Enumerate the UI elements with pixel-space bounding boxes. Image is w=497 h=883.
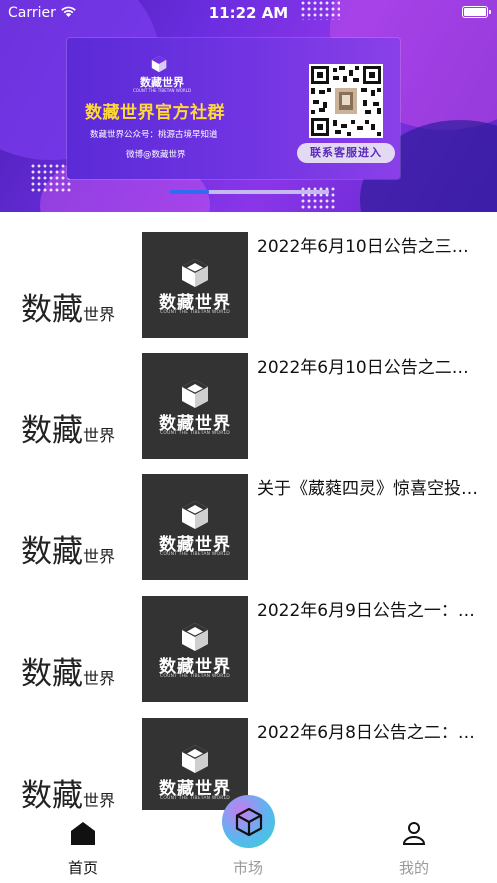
list-item[interactable]: 数藏世界 数藏世界 COUNT THE TIBETAN WORLD 2022年6… xyxy=(0,212,497,338)
banner-page-indicator-active xyxy=(169,190,209,194)
user-icon xyxy=(402,822,426,845)
banner-page-indicator xyxy=(169,190,329,194)
article-title[interactable]: 2022年6月10日公告之二：关于平台规则调整 xyxy=(257,353,485,378)
brand-logo-icon xyxy=(182,501,208,529)
home-icon xyxy=(71,822,95,845)
tab-mine-label: 我的 xyxy=(398,859,429,877)
thumbnail-subtitle: COUNT THE TIBETAN WORLD xyxy=(160,431,230,436)
brand-watermark: 数藏世界 xyxy=(21,534,116,570)
banner-weibo-text: 微博@数藏世界 xyxy=(126,150,186,160)
tab-home-label: 首页 xyxy=(67,859,98,877)
list-item[interactable]: 数藏世界 数藏世界 COUNT THE TIBETAN WORLD 2022年6… xyxy=(0,576,497,702)
brand-logo-icon xyxy=(182,259,208,287)
article-thumbnail[interactable]: 数藏世界 COUNT THE TIBETAN WORLD xyxy=(142,596,248,702)
brand-logo-icon xyxy=(151,55,167,73)
list-item[interactable]: 数藏世界 数藏世界 COUNT THE TIBETAN WORLD 关于《葳蕤四… xyxy=(0,454,497,580)
article-list[interactable]: 数藏世界 数藏世界 COUNT THE TIBETAN WORLD 2022年6… xyxy=(0,212,497,810)
brand-watermark: 数藏世界 xyxy=(21,656,116,692)
tab-home[interactable]: 首页 xyxy=(23,810,143,883)
banner-headline: 数藏世界官方社群 xyxy=(85,103,225,123)
brand-watermark: 数藏世界 xyxy=(21,292,116,328)
promo-banner[interactable]: 数藏世界 COUNT THE TIBETAN WORLD 数藏世界官方社群 数藏… xyxy=(0,0,497,212)
article-thumbnail[interactable]: 数藏世界 COUNT THE TIBETAN WORLD xyxy=(142,232,248,338)
article-thumbnail[interactable]: 数藏世界 COUNT THE TIBETAN WORLD xyxy=(142,474,248,580)
banner-brand-subtitle: COUNT THE TIBETAN WORLD xyxy=(132,88,192,93)
article-title[interactable]: 2022年6月8日公告之二：关于系统维护 xyxy=(257,718,485,743)
market-center-button[interactable] xyxy=(222,795,275,848)
tab-mine[interactable]: 我的 xyxy=(354,810,474,883)
tab-market-label: 市场 xyxy=(232,859,263,877)
list-item[interactable]: 数藏世界 数藏世界 COUNT THE TIBETAN WORLD 2022年6… xyxy=(0,698,497,810)
brand-logo-icon xyxy=(182,623,208,651)
battery-icon xyxy=(462,6,491,18)
article-title[interactable]: 2022年6月9日公告之一：关于藏品发售 xyxy=(257,596,485,621)
article-title[interactable]: 关于《葳蕤四灵》惊喜空投活动说明 xyxy=(257,474,485,499)
brand-logo-icon xyxy=(182,380,208,408)
banner-dots xyxy=(30,163,72,193)
clock: 11:22 AM xyxy=(208,4,289,22)
article-title[interactable]: 2022年6月10日公告之三：关于藏品转赠功能 xyxy=(257,232,485,257)
brand-watermark: 数藏世界 xyxy=(21,778,116,810)
thumbnail-subtitle: COUNT THE TIBETAN WORLD xyxy=(160,552,230,557)
article-thumbnail[interactable]: 数藏世界 COUNT THE TIBETAN WORLD xyxy=(142,718,248,810)
brand-logo-icon xyxy=(182,745,208,773)
article-thumbnail[interactable]: 数藏世界 COUNT THE TIBETAN WORLD xyxy=(142,353,248,459)
thumbnail-subtitle: COUNT THE TIBETAN WORLD xyxy=(160,674,230,679)
list-item[interactable]: 数藏世界 数藏世界 COUNT THE TIBETAN WORLD 2022年6… xyxy=(0,333,497,459)
banner-wechat-text: 数藏世界公众号：桃源古境早知道 xyxy=(90,130,218,140)
status-bar: Carrier 11:22 AM xyxy=(0,0,497,26)
cube-icon xyxy=(235,807,263,837)
thumbnail-subtitle: COUNT THE TIBETAN WORLD xyxy=(160,310,230,315)
qr-code xyxy=(309,64,383,138)
contact-support-button[interactable]: 联系客服进入 xyxy=(297,143,395,163)
brand-watermark: 数藏世界 xyxy=(21,413,116,449)
